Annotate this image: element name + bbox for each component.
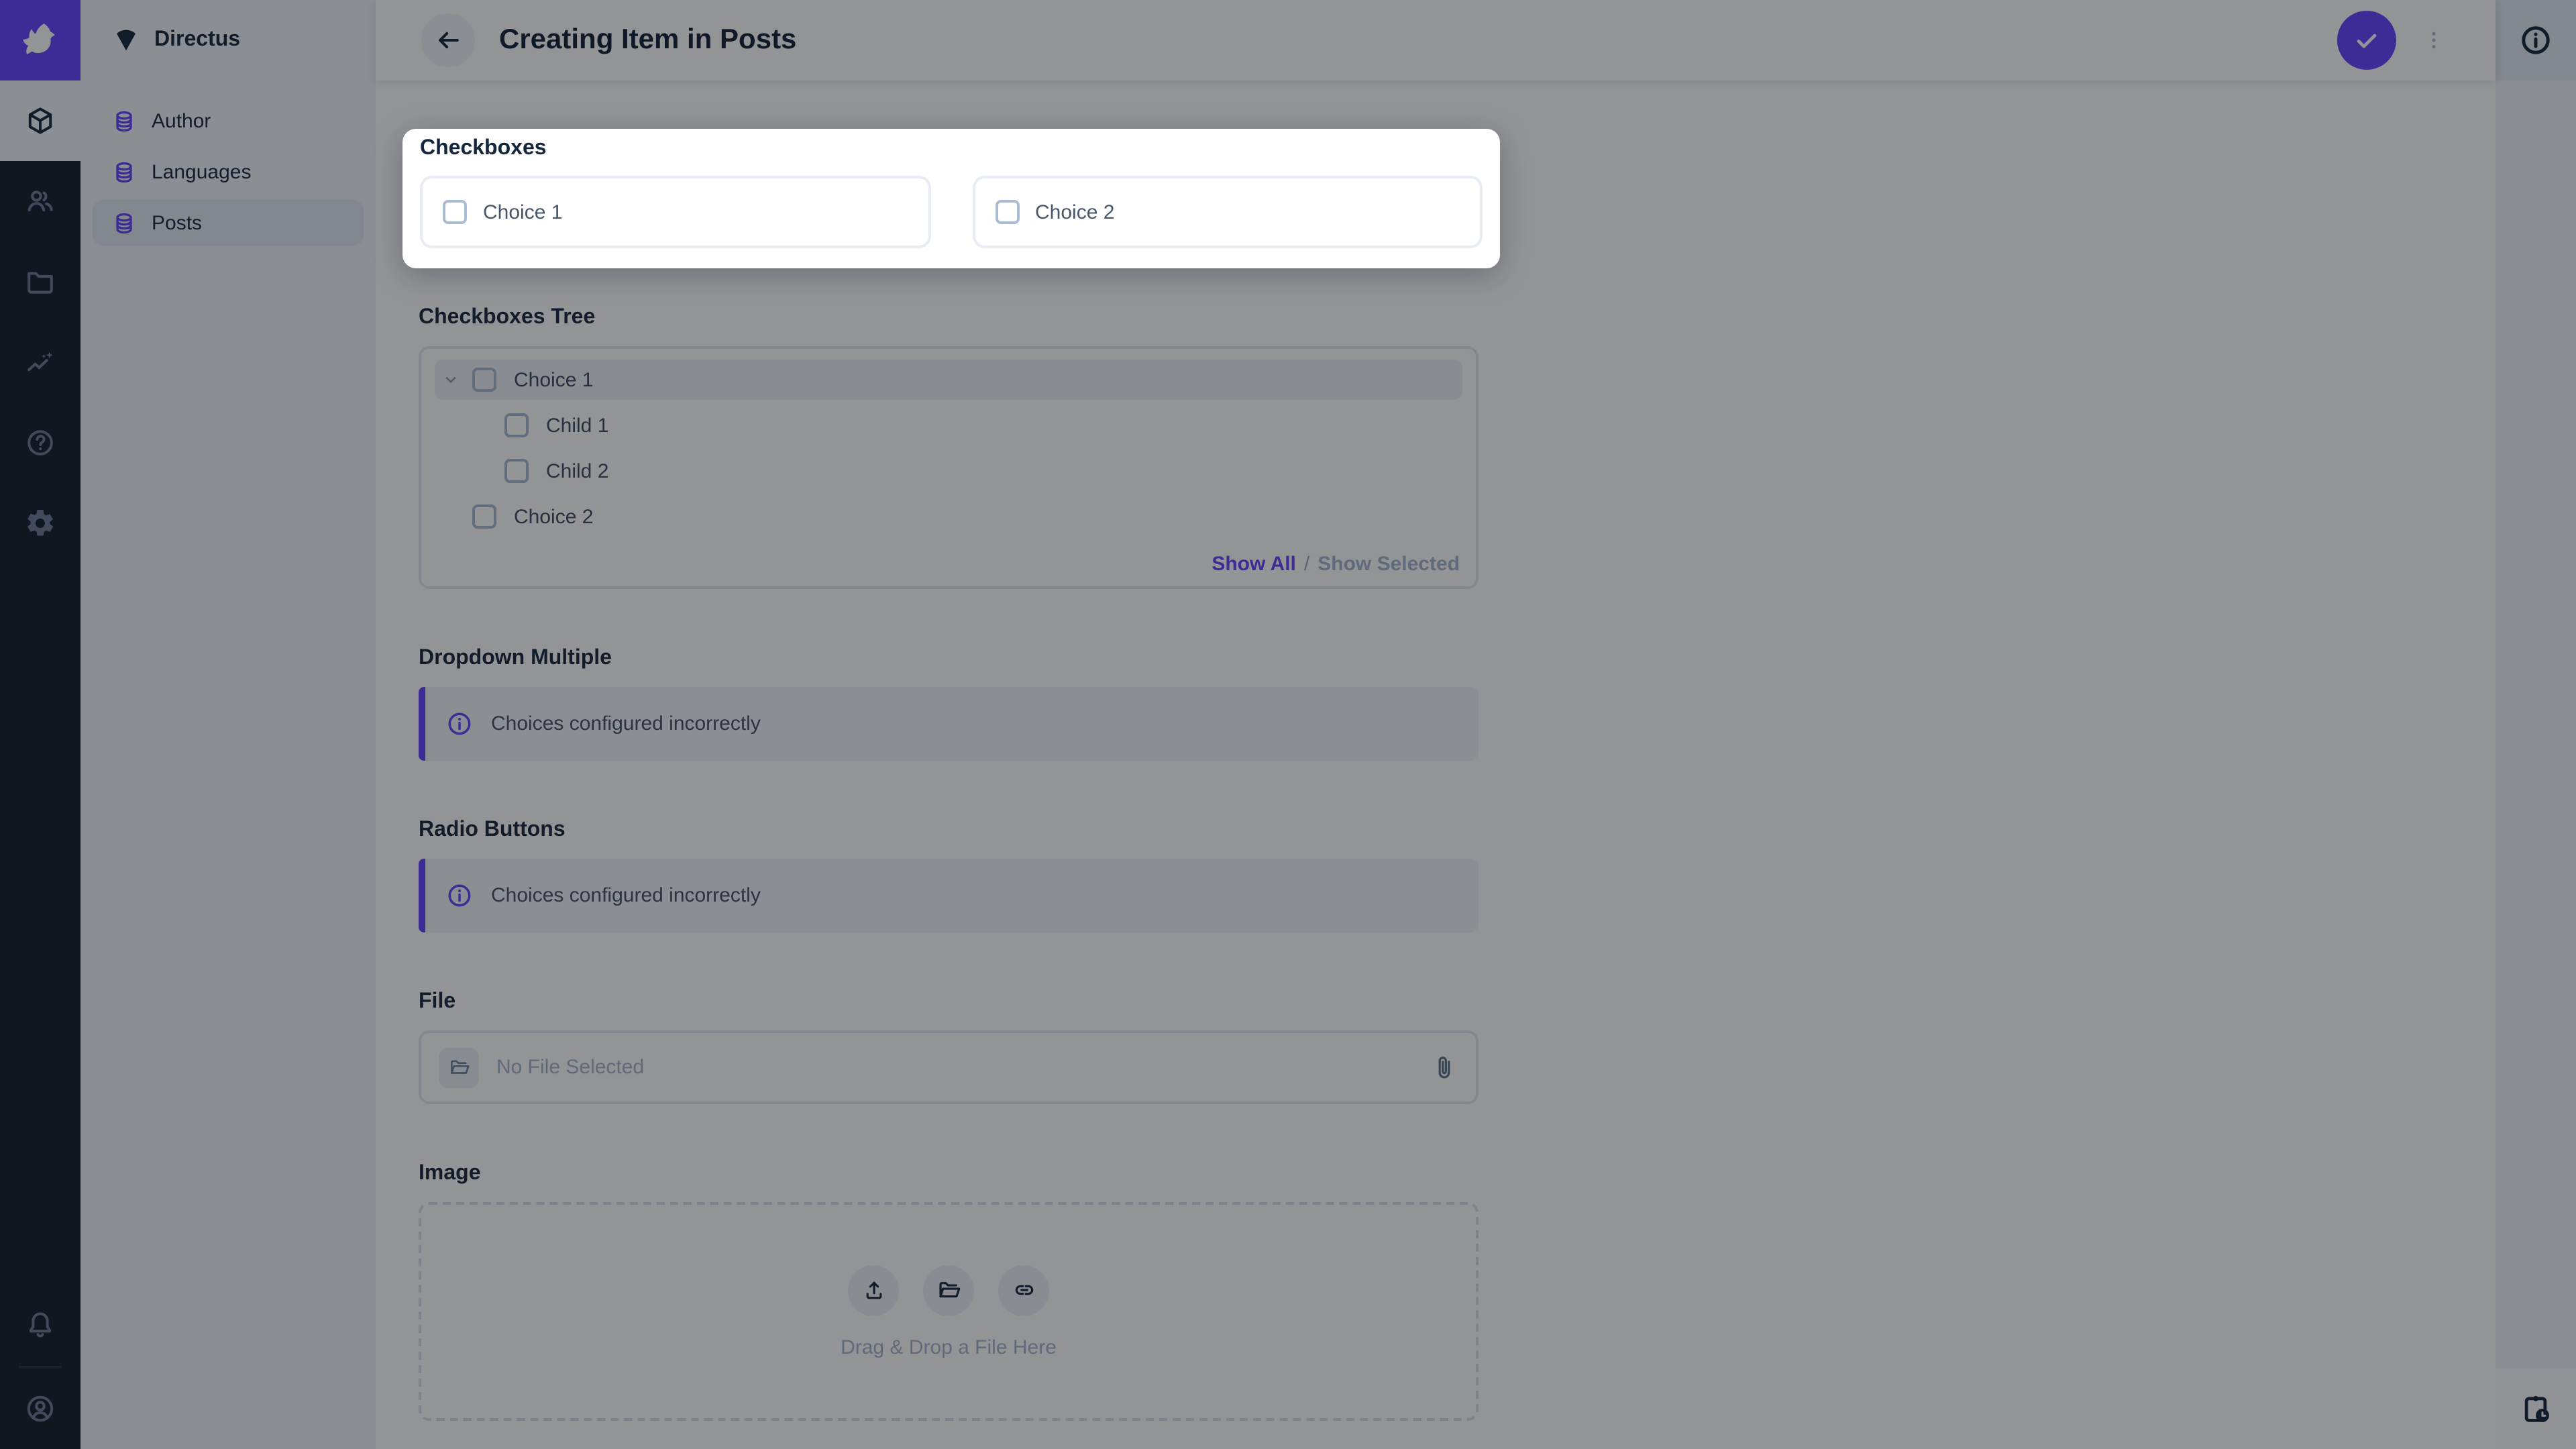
app-window: Directus Author Languages Posts [0,0,2576,1449]
field-label: Checkboxes [420,134,1483,164]
checkbox[interactable] [995,200,1019,224]
checkbox-label: Choice 2 [1035,201,1114,223]
checkbox-option-choice-2[interactable]: Choice 2 [972,176,1483,248]
checkbox-option-choice-1[interactable]: Choice 1 [420,176,930,248]
checkbox-options: Choice 1 Choice 2 [420,176,1483,248]
checkbox[interactable] [443,200,467,224]
checkbox-label: Choice 1 [483,201,562,223]
checkboxes-spotlight: Checkboxes Choice 1 Choice 2 [402,129,1500,268]
